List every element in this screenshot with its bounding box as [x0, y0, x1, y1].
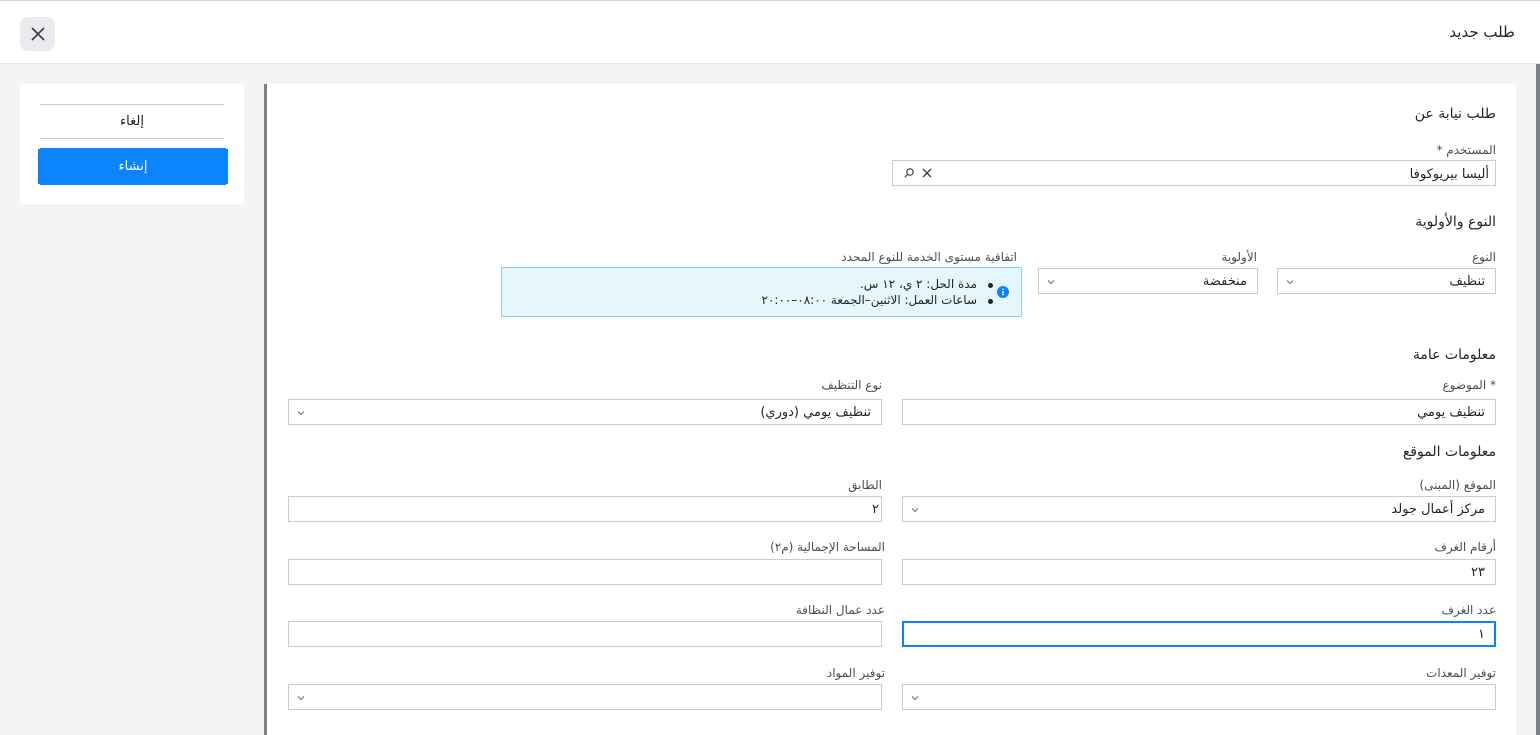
room-numbers-label: أرقام الغرف	[1434, 540, 1496, 554]
page-title: طلب جديد	[1449, 23, 1515, 41]
chevron-down-icon	[297, 694, 305, 702]
equipment-label: توفير المعدات	[1426, 666, 1496, 680]
priority-value: منخفضة	[1202, 274, 1247, 289]
chevron-down-icon	[1047, 278, 1055, 286]
room-numbers-input[interactable]: ٢٣	[902, 559, 1496, 585]
sla-label: اتفاقية مستوى الخدمة للنوع المحدد	[841, 250, 1017, 264]
type-value: تنظيف	[1449, 274, 1485, 289]
building-label: الموقع (المبنى)	[1419, 478, 1496, 492]
close-button[interactable]	[20, 17, 55, 51]
subject-value: تنظيف يومي	[1417, 405, 1485, 420]
priority-select[interactable]: منخفضة	[1038, 268, 1258, 294]
request-form: طلب نيابة عن المستخدم * أليسا بيريوكوفا …	[264, 84, 1516, 735]
user-field[interactable]: أليسا بيريوكوفا	[892, 160, 1496, 186]
user-value: أليسا بيريوكوفا	[1409, 167, 1489, 182]
info-icon	[997, 286, 1009, 298]
close-icon	[30, 27, 45, 41]
priority-label: الأولوية	[1221, 250, 1257, 264]
chevron-down-icon	[911, 506, 919, 514]
floor-label: الطابق	[848, 478, 882, 492]
top-bar: طلب جديد	[0, 0, 1540, 64]
section-title-on-behalf: طلب نيابة عن	[1414, 106, 1496, 122]
building-select[interactable]: مركز أعمال جولد	[902, 496, 1496, 522]
room-numbers-value: ٢٣	[1471, 565, 1485, 580]
room-count-value: ١	[1478, 627, 1485, 642]
floor-value: ٢	[872, 502, 879, 517]
type-label: النوع	[1472, 250, 1496, 264]
section-title-type-priority: النوع والأولوية	[1415, 214, 1496, 230]
building-value: مركز أعمال جولد	[1391, 502, 1485, 517]
actions-panel: إلغاء إنشاء	[20, 84, 244, 204]
chevron-down-icon	[1286, 278, 1294, 286]
create-button-label: إنشاء	[118, 159, 148, 174]
search-icon[interactable]	[903, 167, 915, 179]
type-select[interactable]: تنظيف	[1277, 268, 1496, 294]
cancel-button[interactable]: إلغاء	[40, 104, 224, 139]
clear-icon[interactable]	[921, 167, 933, 179]
sla-working-hours: ساعات العمل: الاثنين–الجمعة ٠٨:٠٠–٢٠:٠٠	[761, 293, 993, 307]
create-button[interactable]: إنشاء	[38, 148, 228, 185]
floor-input[interactable]: ٢	[288, 496, 882, 522]
user-label: المستخدم *	[1436, 143, 1496, 157]
cleaning-type-select[interactable]: تنظيف يومي (دوري)	[288, 399, 882, 425]
sla-info-box: مدة الحل: ٢ ي، ١٢ س. ساعات العمل: الاثني…	[501, 267, 1022, 317]
section-title-general: معلومات عامة	[1412, 347, 1496, 363]
room-count-input[interactable]: ١	[902, 621, 1496, 647]
room-count-label: عدد الغرف	[1441, 603, 1496, 617]
materials-label: توفير المواد	[826, 666, 885, 680]
cleaning-type-value: تنظيف يومي (دوري)	[760, 405, 871, 420]
total-area-label: المساحة الإجمالية (م٢)	[770, 540, 885, 554]
cleaners-count-input[interactable]	[288, 621, 882, 647]
cleaning-type-label: نوع التنظيف	[821, 378, 882, 392]
chevron-down-icon	[911, 694, 919, 702]
sla-resolution-time: مدة الحل: ٢ ي، ١٢ س.	[859, 277, 994, 291]
subject-label: * الموضوع	[1442, 378, 1497, 392]
equipment-select[interactable]	[902, 684, 1496, 710]
total-area-input[interactable]	[288, 559, 882, 585]
chevron-down-icon	[297, 409, 305, 417]
materials-select[interactable]	[288, 684, 882, 710]
cleaners-count-label: عدد عمال النظافة	[795, 603, 885, 617]
section-title-location: معلومات الموقع	[1402, 444, 1496, 460]
scrollbar[interactable]	[1536, 64, 1540, 735]
subject-input[interactable]: تنظيف يومي	[902, 399, 1496, 425]
